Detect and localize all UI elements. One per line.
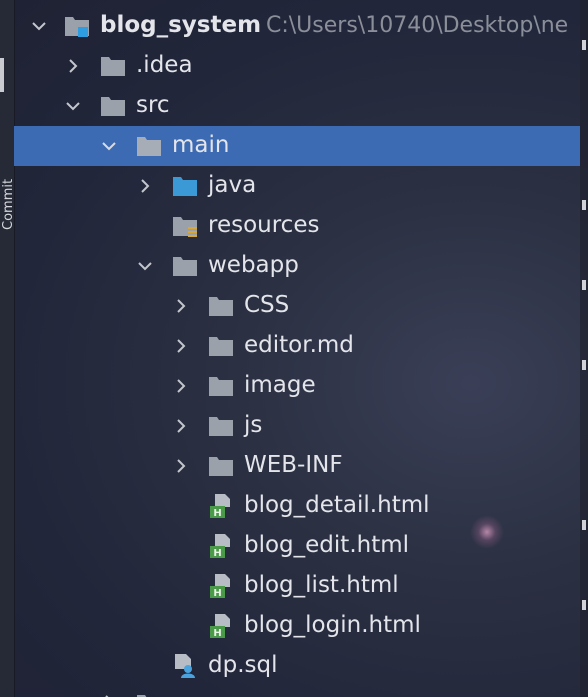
svg-text:H: H [213,548,221,559]
project-name: blog_system [100,12,262,38]
folder-label: src [136,92,170,118]
folder-label: .idea [136,52,193,78]
folder-icon [172,253,198,279]
folder-icon [100,53,126,79]
chevron-right-icon[interactable] [174,419,188,433]
chevron-right-icon[interactable] [138,179,152,193]
folder-label: main [172,132,230,158]
source-folder-icon [172,173,198,199]
tree-row-sql-file[interactable]: dp.sql [14,646,580,686]
folder-label: webapp [208,252,299,278]
tree-row-project-root[interactable]: blog_system C:\Users\10740\Desktop\ne [14,6,580,46]
file-label: blog_detail.html [244,492,430,518]
tree-row-resources[interactable]: resources [14,206,580,246]
folder-icon [136,691,162,697]
left-tool-strip: Commit [0,0,15,697]
tree-row-html-file[interactable]: H blog_login.html [14,606,580,646]
project-path: C:\Users\10740\Desktop\ne [266,13,569,38]
svg-text:H: H [213,508,221,519]
tree-row-idea[interactable]: .idea [14,46,580,86]
folder-label: java [208,172,257,198]
file-label: dp.sql [208,652,278,678]
folder-icon [208,373,234,399]
html-file-icon: H [208,573,234,599]
file-label: blog_list.html [244,572,399,598]
chevron-down-icon[interactable] [102,139,116,153]
svg-text:H: H [213,588,221,599]
tree-row-src[interactable]: src [14,86,580,126]
folder-label: WEB-INF [244,452,343,478]
chevron-down-icon[interactable] [32,19,46,33]
tree-row-js[interactable]: js [14,406,580,446]
folder-icon [208,413,234,439]
html-file-icon: H [208,613,234,639]
file-label: blog_login.html [244,612,421,638]
folder-label: resources [208,212,320,238]
tool-strip-marker [0,58,4,92]
tree-row-html-file[interactable]: H blog_edit.html [14,526,580,566]
folder-label: CSS [244,292,290,318]
project-folder-icon [64,13,90,39]
folder-icon [136,133,162,159]
tree-row-html-file[interactable]: H blog_detail.html [14,486,580,526]
right-edge-strip [580,0,588,697]
chevron-right-icon[interactable] [174,379,188,393]
tree-row-main[interactable]: main [14,126,580,166]
commit-tab[interactable]: Commit [1,120,13,230]
chevron-right-icon[interactable] [174,299,188,313]
tree-row-web-inf[interactable]: WEB-INF [14,446,580,486]
html-file-icon: H [208,493,234,519]
chevron-right-icon[interactable] [174,339,188,353]
folder-label: image [244,372,316,398]
chevron-right-icon[interactable] [174,459,188,473]
html-file-icon: H [208,533,234,559]
tree-row-html-file[interactable]: H blog_list.html [14,566,580,606]
folder-icon [100,93,126,119]
folder-icon [208,333,234,359]
chevron-down-icon[interactable] [138,259,152,273]
chevron-right-icon[interactable] [66,59,80,73]
tree-row-java[interactable]: java [14,166,580,206]
sql-file-icon [172,653,198,679]
tree-row-editor-md[interactable]: editor.md [14,326,580,366]
tree-row-image[interactable]: image [14,366,580,406]
tree-row-partial[interactable] [14,686,580,697]
tree-row-webapp[interactable]: webapp [14,246,580,286]
folder-icon [208,293,234,319]
folder-icon [208,453,234,479]
resources-folder-icon [172,213,198,239]
chevron-down-icon[interactable] [66,99,80,113]
svg-text:H: H [213,628,221,639]
file-label: blog_edit.html [244,532,410,558]
tree-row-css[interactable]: CSS [14,286,580,326]
folder-label: js [244,412,263,438]
folder-label: editor.md [244,332,354,358]
